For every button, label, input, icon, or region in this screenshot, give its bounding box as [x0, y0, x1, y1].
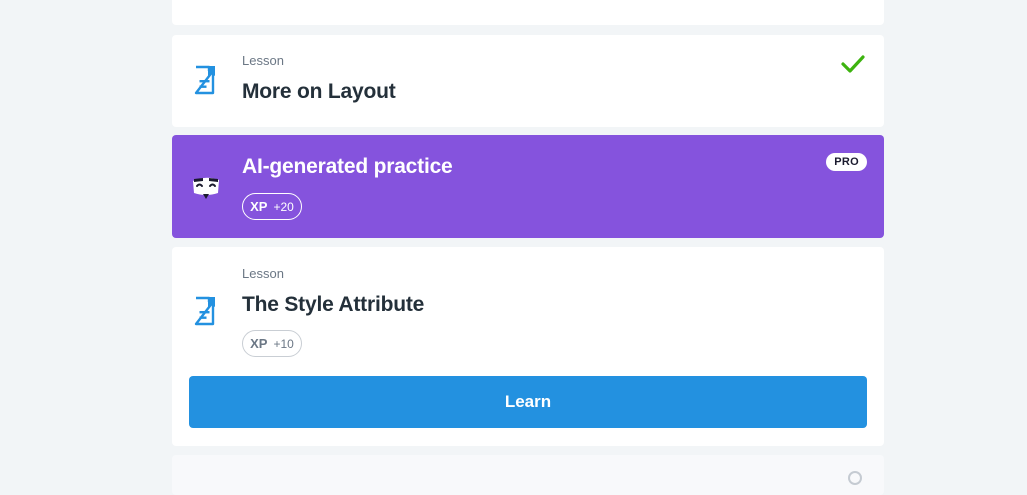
lesson-list: Lesson More on Layout AI-generated pract… — [172, 0, 884, 495]
status-circle-icon — [848, 471, 862, 485]
check-icon — [841, 55, 865, 73]
lesson-title: The Style Attribute — [242, 293, 425, 316]
lesson-card-style-attribute[interactable]: Lesson The Style Attribute XP +10 Learn — [172, 247, 884, 446]
ai-bot-icon — [193, 177, 219, 199]
lesson-title: More on Layout — [242, 80, 396, 103]
lesson-card-next[interactable] — [172, 455, 884, 495]
lesson-kind-label: Lesson — [242, 53, 284, 68]
xp-value: +20 — [273, 199, 294, 214]
xp-tag: XP — [250, 199, 268, 214]
document-icon — [194, 65, 215, 95]
pro-badge: PRO — [826, 153, 867, 171]
lesson-title: AI-generated practice — [242, 155, 453, 178]
lesson-card-previous[interactable] — [172, 0, 884, 25]
learn-button[interactable]: Learn — [189, 376, 867, 428]
lesson-card-ai-practice[interactable]: AI-generated practice PRO XP +20 — [172, 135, 884, 238]
lesson-card-more-on-layout[interactable]: Lesson More on Layout — [172, 35, 884, 127]
xp-badge: XP +20 — [242, 193, 302, 220]
xp-value: +10 — [273, 336, 294, 351]
document-icon — [194, 296, 215, 326]
lesson-kind-label: Lesson — [242, 266, 284, 281]
xp-badge: XP +10 — [242, 330, 302, 357]
xp-tag: XP — [250, 336, 268, 351]
